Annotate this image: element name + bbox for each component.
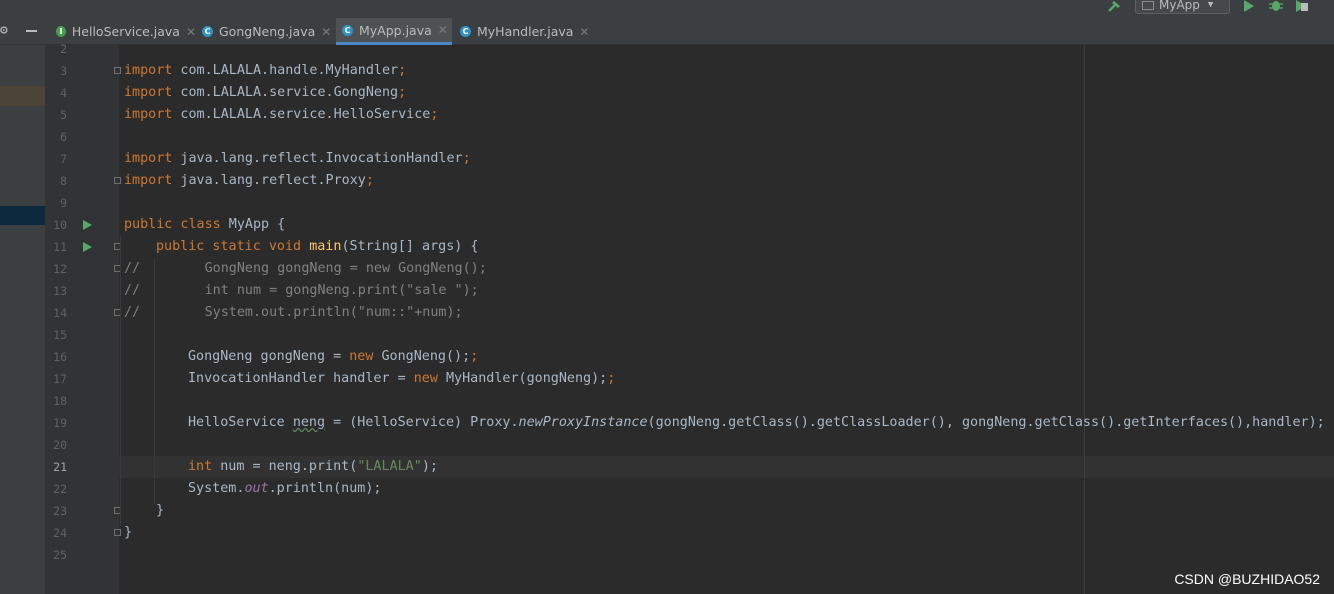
tab-label: MyHandler.java bbox=[477, 24, 574, 39]
code-line: // GongNeng gongNeng = new GongNeng(); bbox=[124, 261, 487, 276]
fold-marker[interactable] bbox=[114, 67, 121, 74]
debug-icon[interactable] bbox=[1269, 0, 1283, 12]
close-icon[interactable]: ✕ bbox=[579, 25, 589, 39]
code-line: System.out.println(num); bbox=[188, 481, 382, 496]
line-number: 20 bbox=[53, 438, 67, 452]
line-number: 6 bbox=[60, 130, 67, 144]
code-line: } bbox=[156, 503, 165, 518]
tab-helloservice[interactable]: I HelloService.java ✕ bbox=[50, 18, 196, 45]
line-number: 3 bbox=[60, 64, 67, 78]
interface-icon: I bbox=[56, 26, 66, 37]
code-line: import com.LALALA.service.GongNeng; bbox=[124, 85, 407, 100]
watermark: CSDN @BUZHIDAO52 bbox=[1174, 571, 1320, 587]
line-number: 11 bbox=[53, 240, 67, 254]
coverage-icon[interactable] bbox=[1295, 0, 1309, 12]
editor-tab-bar: ⚙ I HelloService.java ✕ C GongNeng.java … bbox=[0, 18, 1334, 45]
code-line: } bbox=[124, 525, 133, 540]
tab-myapp[interactable]: C MyApp.java ✕ bbox=[336, 18, 452, 45]
tab-label: HelloService.java bbox=[71, 24, 180, 39]
line-number: 17 bbox=[53, 372, 67, 386]
line-number: 21 bbox=[53, 460, 67, 474]
line-number: 15 bbox=[53, 328, 67, 342]
line-number: 13 bbox=[53, 284, 67, 298]
line-number: 10 bbox=[53, 218, 67, 232]
code-line: public static void main(String[] args) { bbox=[156, 239, 479, 254]
close-icon[interactable]: ✕ bbox=[321, 25, 331, 39]
line-number: 9 bbox=[60, 196, 67, 210]
right-margin-guide bbox=[1084, 45, 1085, 594]
code-line: import java.lang.reflect.Proxy; bbox=[124, 173, 374, 188]
code-line: import com.LALALA.service.HelloService; bbox=[124, 107, 439, 122]
tab-label: MyApp.java bbox=[359, 22, 432, 38]
project-tree-selected bbox=[0, 206, 45, 225]
tab-myhandler[interactable]: C MyHandler.java ✕ bbox=[454, 18, 594, 45]
run-config-label: MyApp bbox=[1159, 0, 1200, 12]
close-icon[interactable]: ✕ bbox=[438, 23, 448, 37]
line-number: 4 bbox=[60, 86, 67, 100]
class-icon: C bbox=[202, 26, 213, 37]
line-number: 14 bbox=[53, 306, 67, 320]
tab-gongneng[interactable]: C GongNeng.java ✕ bbox=[196, 18, 336, 45]
code-line: HelloService neng = (HelloService) Proxy… bbox=[188, 415, 1325, 430]
tab-label: GongNeng.java bbox=[219, 24, 316, 39]
line-number: 12 bbox=[53, 262, 67, 276]
code-line: public class MyApp { bbox=[124, 217, 286, 232]
minimize-icon[interactable] bbox=[26, 30, 37, 32]
project-tree-highlight bbox=[0, 86, 45, 106]
line-number: 2 bbox=[60, 42, 67, 56]
line-number: 18 bbox=[53, 394, 67, 408]
line-number: 23 bbox=[53, 504, 67, 518]
run-config-select[interactable]: MyApp ▼ bbox=[1135, 0, 1230, 14]
line-number: 5 bbox=[60, 108, 67, 122]
indent-guide bbox=[120, 236, 121, 526]
code-line: // System.out.println("num::"+num); bbox=[124, 305, 463, 320]
line-number: 16 bbox=[53, 350, 67, 364]
gear-icon[interactable]: ⚙ bbox=[0, 23, 8, 38]
line-number: 7 bbox=[60, 152, 67, 166]
class-icon: C bbox=[460, 26, 471, 37]
hammer-icon[interactable] bbox=[1107, 0, 1123, 12]
class-icon: C bbox=[342, 24, 353, 36]
line-number: 22 bbox=[53, 482, 67, 496]
line-number: 8 bbox=[60, 174, 67, 188]
top-toolbar: MyApp ▼ bbox=[0, 0, 1334, 18]
code-line: GongNeng gongNeng = new GongNeng();; bbox=[188, 349, 479, 364]
line-number: 24 bbox=[53, 526, 67, 540]
code-line: InvocationHandler handler = new MyHandle… bbox=[188, 371, 616, 386]
app-config-icon bbox=[1142, 0, 1154, 10]
run-icon[interactable] bbox=[1243, 0, 1255, 12]
code-line: // int num = gongNeng.print("sale "); bbox=[124, 283, 479, 298]
run-gutter-icon[interactable] bbox=[83, 220, 92, 230]
editor-gutter: 2 3 4 5 6 7 8 9 10 11 12 13 14 15 16 17 … bbox=[45, 42, 119, 594]
run-gutter-icon[interactable] bbox=[83, 242, 92, 252]
chevron-down-icon: ▼ bbox=[1207, 0, 1214, 10]
fold-marker[interactable] bbox=[114, 177, 121, 184]
code-line: import com.LALALA.handle.MyHandler; bbox=[124, 63, 407, 78]
line-number: 19 bbox=[53, 416, 67, 430]
fold-marker[interactable] bbox=[114, 529, 121, 536]
project-panel-strip bbox=[0, 45, 45, 594]
line-number: 25 bbox=[53, 548, 67, 562]
code-line: import java.lang.reflect.InvocationHandl… bbox=[124, 151, 471, 166]
close-icon[interactable]: ✕ bbox=[186, 25, 196, 39]
code-line: int num = neng.print("LALALA"); bbox=[188, 459, 438, 474]
